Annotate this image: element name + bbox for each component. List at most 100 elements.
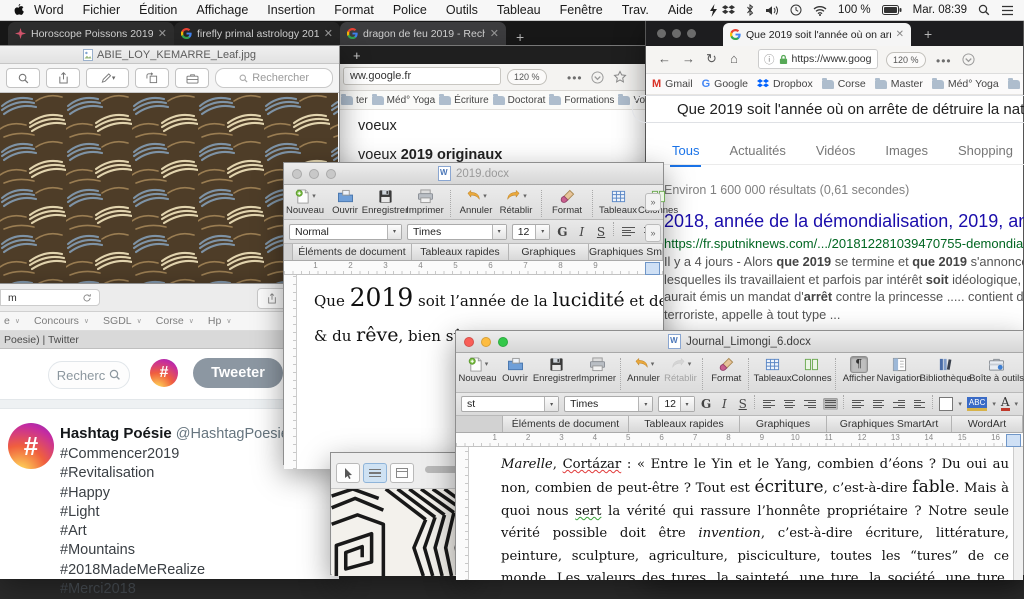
ribbon-tab[interactable]: Graphiques Sm <box>589 244 663 260</box>
menu-item[interactable]: Fichier <box>83 3 121 17</box>
bluetooth-icon[interactable] <box>746 4 754 16</box>
pocket-icon[interactable] <box>591 71 604 84</box>
bookmark-folder[interactable]: ter <box>341 95 368 106</box>
open-button[interactable]: Ouvrir <box>330 188 360 216</box>
save-button[interactable]: Enregistrer <box>370 188 400 216</box>
address-bar[interactable]: ⓘ https://www.goog <box>758 49 878 69</box>
hashtag-link[interactable]: #Commencer2019 <box>60 445 205 464</box>
overflow-menu-icon[interactable]: ••• <box>567 71 583 85</box>
bookmark-folder[interactable]: Méd° Yoga <box>372 95 436 106</box>
tab-images[interactable]: Images <box>885 143 928 158</box>
print-button[interactable]: Imprimer <box>582 356 613 384</box>
ribbon-tab[interactable]: Graphiques <box>509 244 589 260</box>
vertical-ruler[interactable] <box>284 275 297 469</box>
bookmark-folder[interactable]: Corse <box>822 78 866 90</box>
tweet-button[interactable]: Tweeter <box>193 358 283 388</box>
hashtag-link[interactable]: #Light <box>60 503 205 522</box>
horizontal-ruler[interactable]: 12345678910111213141516 <box>456 433 1023 447</box>
apple-menu-icon[interactable] <box>12 3 24 17</box>
twitter-search-field[interactable]: Recherc <box>48 361 130 389</box>
scrollbar[interactable] <box>1013 447 1023 580</box>
menu-item[interactable]: Format <box>334 3 374 17</box>
minimize-button[interactable] <box>481 337 491 347</box>
document-map-icon[interactable] <box>645 262 660 275</box>
chrome-tab-horoscope[interactable]: Horoscope Poissons 2019 gratui ✕ <box>8 22 174 45</box>
tab-videos[interactable]: Vidéos <box>816 143 856 158</box>
tables-button[interactable]: Tableaux <box>757 356 788 384</box>
font-combo[interactable]: Times▾ <box>407 224 507 240</box>
hashtag-link[interactable]: #Happy <box>60 484 205 503</box>
bookmark-folder[interactable]: Écriture <box>1008 78 1023 90</box>
format-button[interactable]: Format <box>711 356 741 384</box>
bookmark-folder[interactable]: Doctorat <box>493 95 546 106</box>
menu-item[interactable]: Affichage <box>196 3 248 17</box>
open-button[interactable]: Ouvrir <box>500 356 530 384</box>
volume-icon[interactable] <box>765 5 779 16</box>
bookmark-folder[interactable]: Corse∨ <box>156 315 194 327</box>
menu-item[interactable]: Fenêtre <box>560 3 603 17</box>
new-tab-button[interactable]: + <box>924 26 932 42</box>
bookmark-folder[interactable]: Écriture <box>439 95 488 106</box>
hashtag-link[interactable]: #Merci2018 <box>60 580 205 599</box>
wifi-icon[interactable] <box>813 5 827 16</box>
align-center-button[interactable] <box>782 398 798 411</box>
document-map-icon[interactable] <box>1006 434 1021 447</box>
search-suggestion[interactable]: voeux <box>339 118 663 134</box>
bold-button[interactable]: G <box>555 225 569 239</box>
menu-item[interactable]: Insertion <box>267 3 315 17</box>
zoom-badge[interactable]: 120 % <box>507 69 547 85</box>
traffic-lights[interactable] <box>657 29 696 38</box>
bold-button[interactable]: G <box>700 397 713 411</box>
traffic-lights[interactable] <box>292 169 336 179</box>
menu-item[interactable]: Tableau <box>497 3 541 17</box>
ribbon-tab[interactable]: WordArt <box>952 416 1023 432</box>
toolbox-button[interactable]: Boîte à outils <box>974 356 1019 384</box>
vertical-ruler[interactable] <box>456 447 469 580</box>
tab-actualites[interactable]: Actualités <box>729 143 785 158</box>
toolbar-overflow[interactable]: » <box>645 193 661 211</box>
align-left-button[interactable] <box>620 225 636 238</box>
format-overflow[interactable]: » <box>645 224 661 242</box>
library-button[interactable]: Bibliothèque <box>924 356 967 384</box>
time-machine-icon[interactable] <box>790 4 802 16</box>
new-button[interactable]: ▾Nouveau <box>462 356 493 384</box>
tab-shopping[interactable]: Shopping <box>958 143 1013 158</box>
undo-button[interactable]: ▾Annuler <box>628 356 658 384</box>
hashtag-link[interactable]: #Revitalisation <box>60 464 205 483</box>
rotate-button[interactable] <box>135 68 169 88</box>
save-button[interactable]: Enregistrer <box>537 356 575 384</box>
toolbox-button[interactable] <box>175 68 209 88</box>
bookmark-star-icon[interactable] <box>613 70 627 84</box>
scripts-menu-icon[interactable] <box>709 4 718 17</box>
back-icon[interactable]: ← <box>658 51 671 66</box>
compact-view-button[interactable] <box>390 463 414 483</box>
justify-button[interactable] <box>823 398 839 411</box>
highlight-button[interactable]: ABC <box>967 397 987 411</box>
ribbon-tab[interactable]: Graphiques SmartArt <box>827 416 952 432</box>
sidebar-view-button[interactable] <box>363 463 387 483</box>
bookmark-google[interactable]: GGoogle <box>702 78 748 90</box>
new-tab-button[interactable]: + <box>353 48 361 63</box>
home-icon[interactable]: ⌂ <box>730 51 738 66</box>
numbered-list-button[interactable] <box>850 398 866 411</box>
columns-button[interactable]: Colonnes <box>795 356 828 384</box>
size-combo[interactable]: 12▾ <box>658 396 694 412</box>
document-canvas[interactable]: Marelle, Cortázar : « Entre le Yin et le… <box>456 447 1023 580</box>
hashtag-logo-avatar[interactable]: # <box>150 359 178 387</box>
reload-icon[interactable]: ↻ <box>706 51 717 67</box>
show-marks-button[interactable]: ¶Afficher <box>844 356 874 384</box>
outdent-button[interactable] <box>891 398 907 411</box>
bookmark-folder[interactable]: Hp∨ <box>208 315 232 327</box>
result-title-link[interactable]: 2018, année de la démondialisation, 2019… <box>664 211 1024 232</box>
forward-icon[interactable]: → <box>682 51 695 66</box>
dropbox-status-icon[interactable] <box>722 5 735 16</box>
bookmark-folder[interactable]: Méd° Yoga <box>932 78 999 90</box>
spotlight-icon[interactable] <box>978 4 990 16</box>
menu-item[interactable]: Police <box>393 3 427 17</box>
pointer-tool-button[interactable] <box>336 463 360 483</box>
close-icon[interactable]: ✕ <box>158 27 167 40</box>
new-button[interactable]: ▾Nouveau <box>290 188 320 216</box>
menu-item[interactable]: Édition <box>139 3 177 17</box>
markup-button[interactable]: ▾ <box>86 68 129 88</box>
search-suggestion[interactable]: voeux 2019 originaux <box>339 147 663 163</box>
